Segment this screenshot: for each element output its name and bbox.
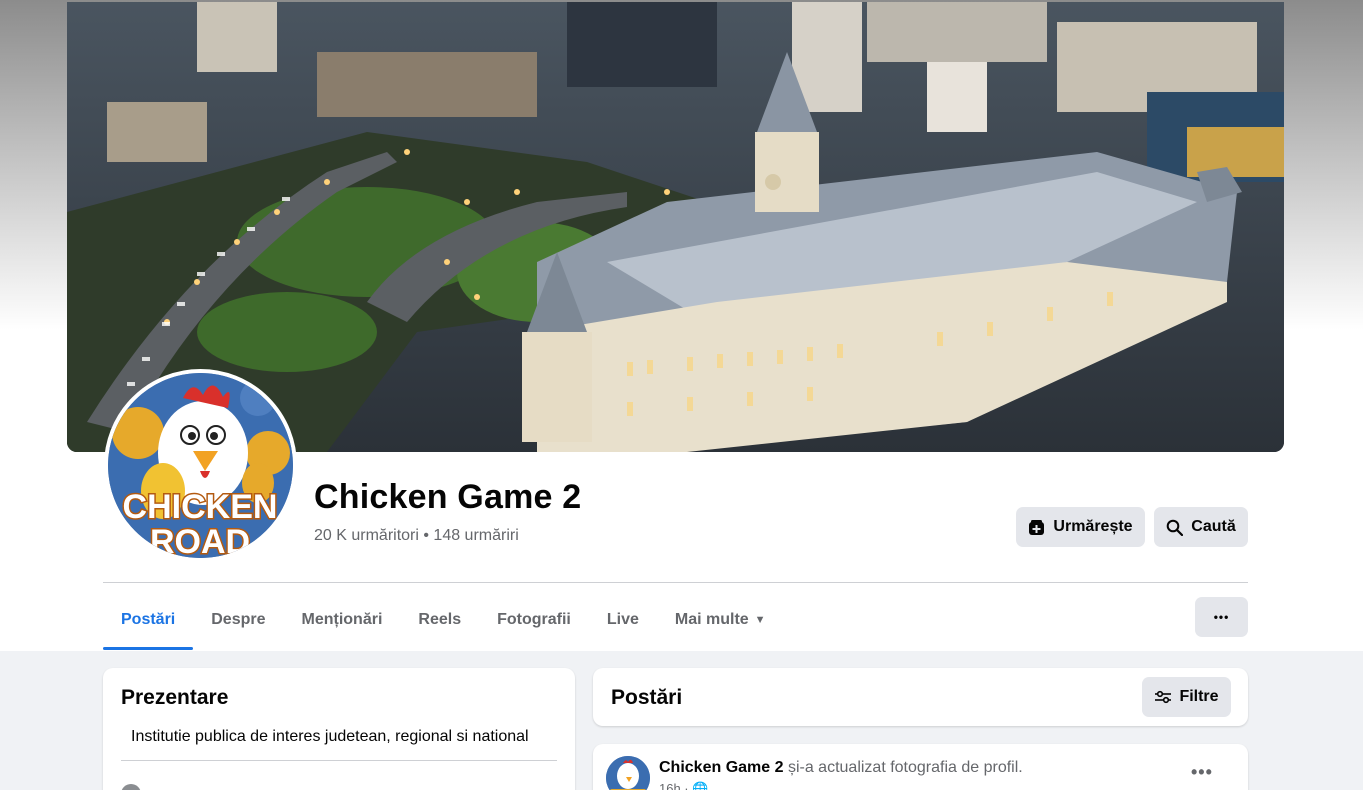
chicken-avatar-icon <box>606 756 650 790</box>
post-more-button[interactable]: ••• <box>1191 762 1213 783</box>
post-action-text: și-a actualizat fotografia de profil. <box>783 759 1023 776</box>
posts-header-card: Postări Filtre <box>593 668 1248 726</box>
tab-mentionari[interactable]: Menționări <box>284 590 401 650</box>
tab-label: Live <box>606 611 639 628</box>
search-label: Caută <box>1191 518 1236 535</box>
intro-divider <box>121 760 557 761</box>
follow-label: Urmărește <box>1053 518 1133 535</box>
tab-postari[interactable]: Postări <box>103 590 194 650</box>
chicken-road-logo: CHICKEN ROAD <box>108 373 293 558</box>
header-divider <box>103 582 1248 583</box>
filter-icon <box>1155 690 1172 704</box>
post-author-link[interactable]: Chicken Game 2 <box>659 759 784 776</box>
tab-label: Fotografii <box>497 611 571 628</box>
svg-text:CHICKEN: CHICKEN <box>123 488 278 526</box>
intro-card: Prezentare Institutie publica de interes… <box>103 668 575 790</box>
tab-label: Menționări <box>301 611 383 628</box>
posts-title: Postări <box>611 686 683 709</box>
tab-label: Reels <box>418 611 462 628</box>
info-icon <box>121 784 141 790</box>
tab-despre[interactable]: Despre <box>193 590 283 650</box>
profile-avatar[interactable]: CHICKEN ROAD <box>104 369 297 562</box>
follow-button[interactable]: Urmărește <box>1016 507 1145 547</box>
post-timestamp[interactable]: 16h · 🌐 <box>659 781 708 790</box>
intro-title: Prezentare <box>121 686 229 709</box>
tab-fotografii[interactable]: Fotografii <box>479 590 589 650</box>
follow-icon <box>1029 519 1045 535</box>
search-button[interactable]: Caută <box>1154 507 1248 547</box>
caret-down-icon: ▼ <box>754 614 766 626</box>
more-options-button[interactable]: ••• <box>1195 597 1248 637</box>
tab-live[interactable]: Live <box>589 590 657 650</box>
filter-label: Filtre <box>1179 688 1219 705</box>
post-headline: Chicken Game 2 și-a actualizat fotografi… <box>659 759 1023 777</box>
intro-description: Institutie publica de interes judetean, … <box>131 728 529 745</box>
svg-text:ROAD: ROAD <box>150 523 250 558</box>
tab-label: Postări <box>121 611 176 628</box>
filter-button[interactable]: Filtre <box>1142 677 1231 717</box>
more-icon: ••• <box>1213 610 1230 624</box>
post-card: Chicken Game 2 și-a actualizat fotografi… <box>593 744 1248 790</box>
tab-label: Despre <box>211 611 266 628</box>
post-author-avatar[interactable] <box>606 756 650 790</box>
tab-label: Mai multe <box>674 611 749 628</box>
profile-tabs: Postări Despre Menționări Reels Fotograf… <box>103 590 784 650</box>
page-title: Chicken Game 2 <box>314 478 582 516</box>
tab-reels[interactable]: Reels <box>400 590 479 650</box>
search-icon <box>1166 519 1184 536</box>
tab-mai-multe[interactable]: Mai multe ▼ <box>657 590 784 650</box>
page-follower-stats[interactable]: 20 K urmăritori • 148 urmăriri <box>314 527 519 545</box>
